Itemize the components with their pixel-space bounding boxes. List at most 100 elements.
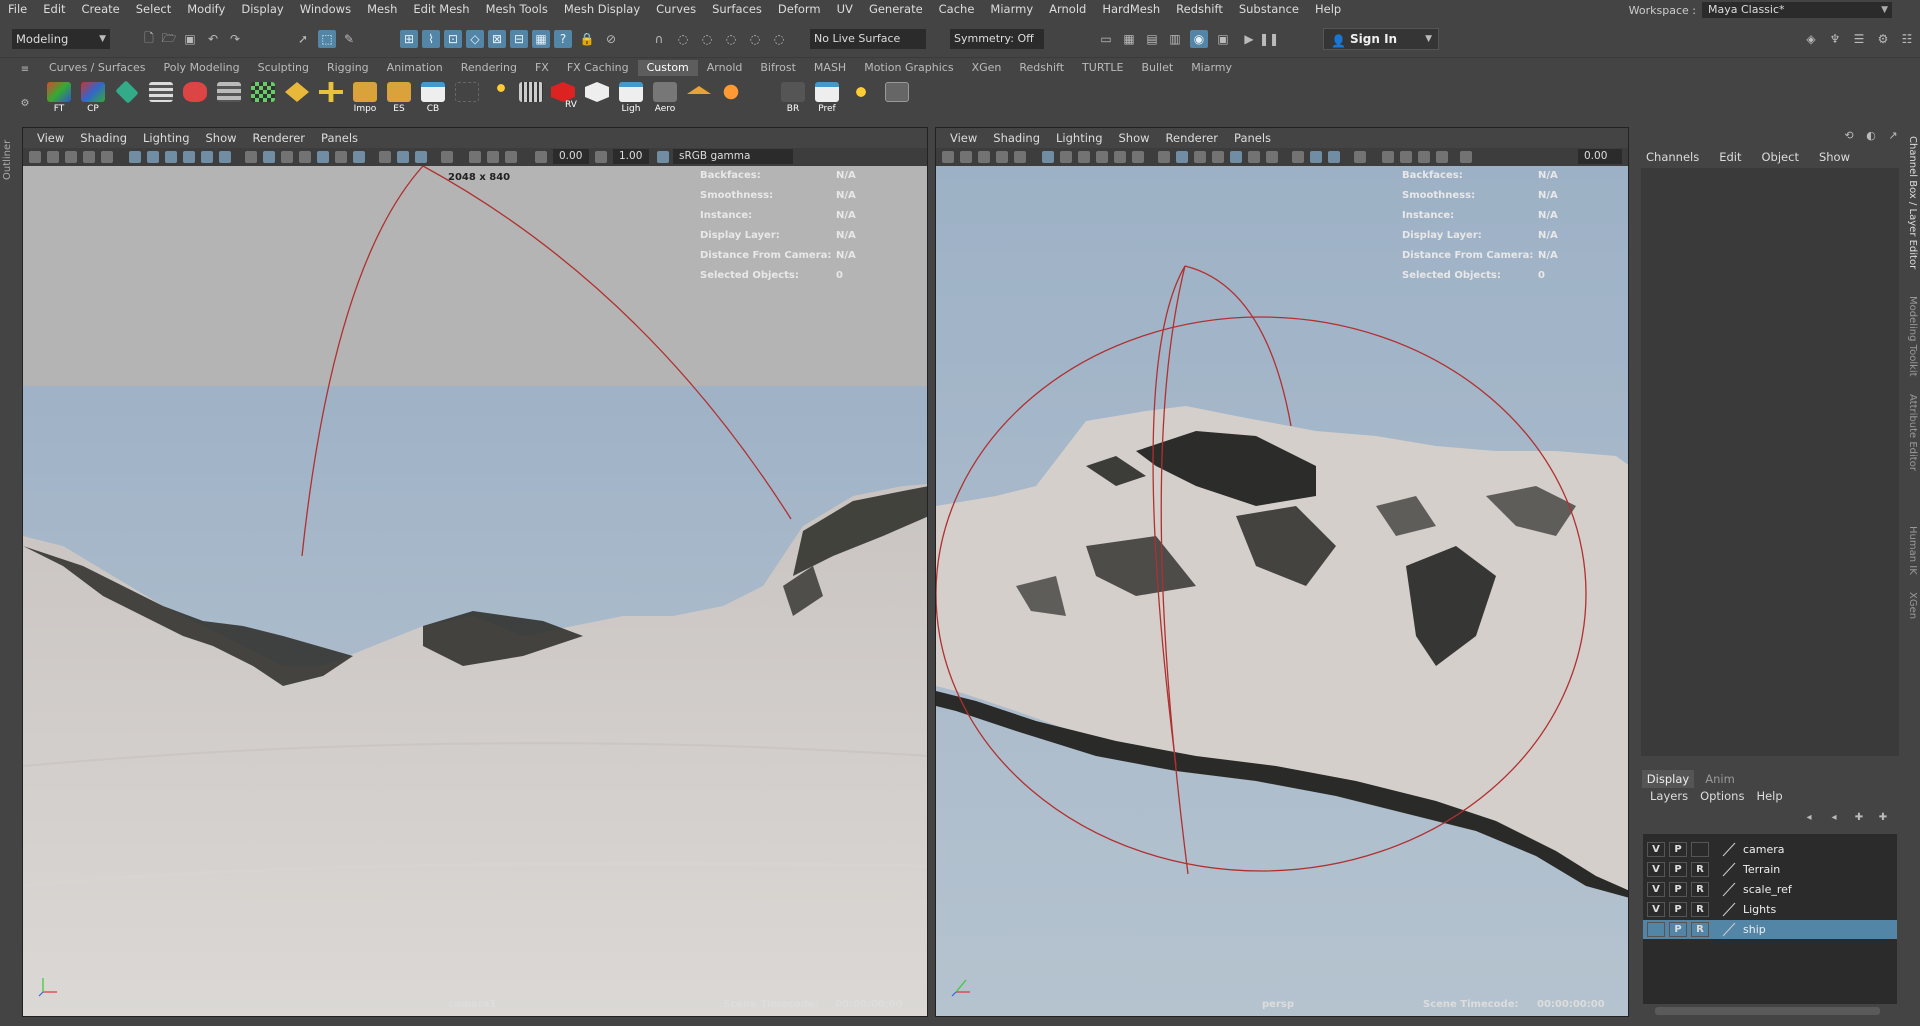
shelf-ft-button[interactable]: FT	[44, 80, 74, 114]
layer-scrollbar[interactable]	[1655, 1007, 1880, 1015]
float-panel-icon[interactable]: ↗	[1884, 126, 1902, 144]
shelf-tab-arnold[interactable]: Arnold	[698, 60, 752, 76]
shelf-tab-curves-surfaces[interactable]: Curves / Surfaces	[40, 60, 155, 76]
shelf-cp-button[interactable]: CP	[78, 80, 108, 114]
snap-point-icon[interactable]: ⊡	[444, 30, 462, 48]
layer-color-swatch[interactable]	[1721, 922, 1737, 937]
menu-set-dropdown[interactable]: Modeling ▼	[12, 29, 110, 49]
shelf-green-diamond-button[interactable]	[112, 80, 142, 114]
modeling-toolkit-icon[interactable]: ◈	[1802, 30, 1820, 48]
shelf-tab-turtle[interactable]: TURTLE	[1073, 60, 1132, 76]
layer-reference-toggle[interactable]: R	[1691, 922, 1709, 937]
move-layer-up-icon[interactable]: ◂	[1800, 808, 1818, 826]
gamma-field[interactable]: 1.00	[613, 149, 649, 164]
shelf-tab-redshift[interactable]: Redshift	[1010, 60, 1073, 76]
anti-aliasing-icon[interactable]	[1328, 151, 1340, 163]
layer-row-terrain[interactable]: V P R Terrain	[1643, 860, 1897, 879]
layer-menu-options[interactable]: Options	[1700, 789, 1744, 803]
shelf-cube-button[interactable]	[582, 80, 612, 114]
menu-select[interactable]: Select	[128, 0, 179, 18]
viewport-menu-view[interactable]: View	[942, 131, 985, 145]
textured-icon[interactable]	[317, 151, 329, 163]
new-scene-icon[interactable]: 🗋	[140, 30, 158, 48]
layer-menu-layers[interactable]: Layers	[1650, 789, 1688, 803]
menu-arnold[interactable]: Arnold	[1041, 0, 1094, 18]
menu-edit[interactable]: Edit	[35, 0, 73, 18]
shelf-tab-rendering[interactable]: Rendering	[452, 60, 526, 76]
shelf-plane-button[interactable]	[684, 80, 714, 114]
layer-playback-toggle[interactable]: P	[1669, 862, 1687, 877]
lights-icon[interactable]	[1248, 151, 1260, 163]
textured-icon[interactable]	[1230, 151, 1242, 163]
hypershade-icon[interactable]: ◉	[1190, 30, 1208, 48]
layer-color-swatch[interactable]	[1721, 862, 1737, 877]
shelf-tab-rigging[interactable]: Rigging	[318, 60, 378, 76]
layer-row-scale-ref[interactable]: V P Rscale_ref	[1643, 880, 1897, 899]
image-plane-icon[interactable]	[996, 151, 1008, 163]
shelf-tab-fx[interactable]: FX	[526, 60, 558, 76]
lasso-select-icon[interactable]: ⬚	[318, 30, 336, 48]
render-settings-icon[interactable]: ▥	[1166, 30, 1184, 48]
viewport-persp[interactable]: View Shading Lighting Show Renderer Panels 0.…	[935, 127, 1629, 1017]
workspace-dropdown[interactable]: Maya Classic* ▼	[1702, 2, 1892, 18]
shelf-diamonds-button[interactable]	[282, 80, 312, 114]
select-tool-icon[interactable]: ➚	[294, 30, 312, 48]
layer-row-camera[interactable]: V Pcamera	[1643, 840, 1897, 859]
redo-icon[interactable]: ↷	[226, 30, 244, 48]
shelf-tab-fx-caching[interactable]: FX Caching	[558, 60, 638, 76]
channel-box-menu-object[interactable]: Object	[1762, 150, 1809, 164]
shelf-film-button[interactable]	[516, 80, 546, 114]
menu-mesh-tools[interactable]: Mesh Tools	[478, 0, 556, 18]
film-gate-icon[interactable]	[1060, 151, 1072, 163]
layer-visibility-toggle[interactable]: V	[1647, 882, 1665, 897]
lasso-icon-2[interactable]: ◌	[698, 30, 716, 48]
shelf-tab-motion-graphics[interactable]: Motion Graphics	[855, 60, 962, 76]
layer-color-swatch[interactable]	[1721, 882, 1737, 897]
xray-active-icon[interactable]	[487, 151, 499, 163]
exposure-icon[interactable]	[1460, 151, 1472, 163]
snap-live-icon[interactable]: ▦	[532, 30, 550, 48]
motion-blur-icon[interactable]	[1310, 151, 1322, 163]
layer-visibility-toggle[interactable]: V	[1647, 902, 1665, 917]
menu-create[interactable]: Create	[74, 0, 128, 18]
right-tab-channel-box-layer-editor[interactable]: Channel Box / Layer Editor	[1904, 136, 1918, 269]
gate-mask-icon[interactable]	[1096, 151, 1108, 163]
xray-joints-icon[interactable]	[469, 151, 481, 163]
viewport-menu-renderer[interactable]: Renderer	[1158, 131, 1227, 145]
smooth-shade-icon[interactable]	[1176, 151, 1188, 163]
render-view-icon[interactable]: ▣	[1214, 30, 1232, 48]
wireframe-on-shaded-icon[interactable]	[1194, 151, 1206, 163]
viewport-persp-view[interactable]: Backfaces: N/A Smoothness: N/A Instance: N/A D…	[936, 166, 1628, 1016]
layer-color-swatch[interactable]	[1721, 902, 1737, 917]
lasso-icon-5[interactable]: ◌	[770, 30, 788, 48]
xray-icon[interactable]	[299, 151, 311, 163]
menu-uv[interactable]: UV	[829, 0, 861, 18]
xray-active-icon[interactable]	[1400, 151, 1412, 163]
layer-reference-toggle[interactable]: R	[1691, 882, 1709, 897]
channel-box-menu-channels[interactable]: Channels	[1646, 150, 1709, 164]
magnet-icon[interactable]: ∩	[650, 30, 668, 48]
layer-tab-anim[interactable]: Anim	[1694, 770, 1746, 788]
ambient-occlusion-icon[interactable]	[379, 151, 391, 163]
isolate-select-icon[interactable]	[441, 151, 453, 163]
shelf-tab-poly-modeling[interactable]: Poly Modeling	[155, 60, 249, 76]
right-tab-xgen[interactable]: XGen	[1904, 592, 1918, 619]
film-gate-icon[interactable]	[147, 151, 159, 163]
viewport-menu-show[interactable]: Show	[198, 131, 245, 145]
channel-box-icon[interactable]: ☷	[1898, 30, 1916, 48]
viewport-menu-shading[interactable]: Shading	[985, 131, 1048, 145]
shelf-tab-xgen[interactable]: XGen	[963, 60, 1011, 76]
lights-icon[interactable]	[335, 151, 347, 163]
isolate-select-icon[interactable]	[1354, 151, 1366, 163]
viewport-camera1-view[interactable]: 2048 x 840 Backfaces: N/A Smoothness: N/A In…	[23, 166, 927, 1016]
safe-action-icon[interactable]	[219, 151, 231, 163]
menu-modify[interactable]: Modify	[179, 0, 233, 18]
layer-playback-toggle[interactable]: P	[1669, 922, 1687, 937]
menu-file[interactable]: File	[0, 0, 35, 18]
shelf-move-button[interactable]	[316, 80, 346, 114]
menu-mesh-display[interactable]: Mesh Display	[556, 0, 648, 18]
undo-icon[interactable]: ↶	[204, 30, 222, 48]
new-layer-selected-icon[interactable]: ✚	[1874, 808, 1892, 826]
right-tab-attribute-editor[interactable]: Attribute Editor	[1904, 394, 1918, 471]
move-layer-down-icon[interactable]: ◂	[1825, 808, 1843, 826]
